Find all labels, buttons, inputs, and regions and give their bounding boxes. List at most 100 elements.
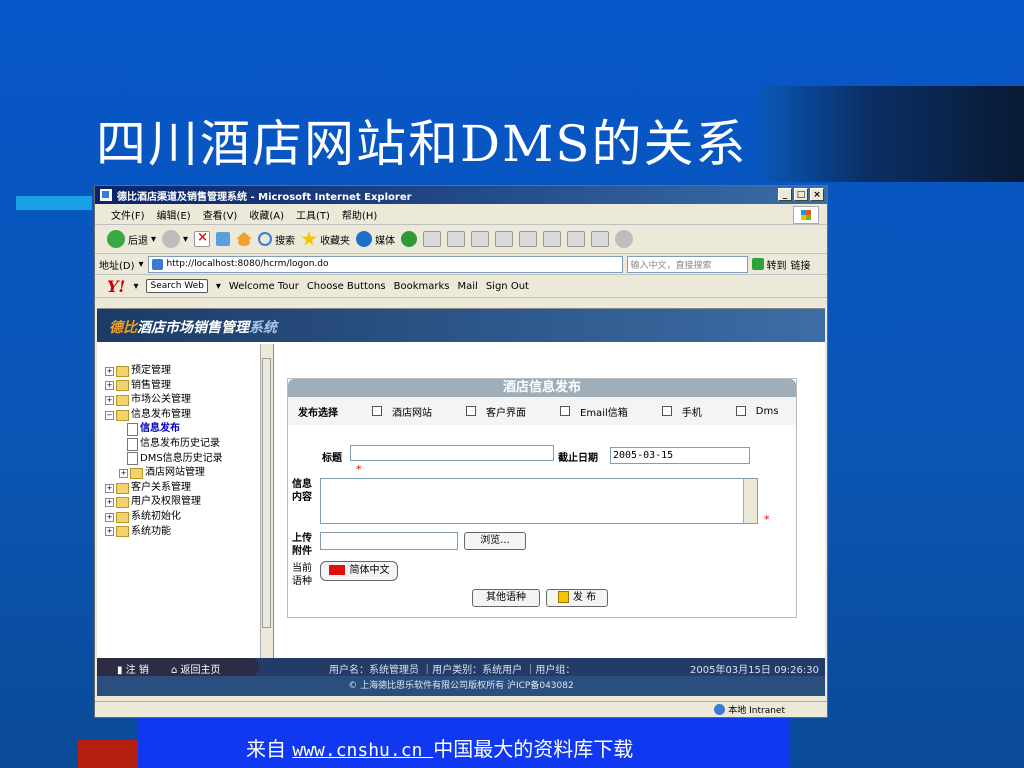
page-icon	[151, 258, 163, 270]
tree-item-publish-history[interactable]: 信息发布历史记录	[105, 437, 223, 452]
history-icon[interactable]	[401, 231, 418, 247]
stop-icon[interactable]	[194, 230, 211, 247]
sign-out-button[interactable]: Sign Out	[486, 281, 529, 292]
menu-file[interactable]: 文件(F)	[111, 207, 145, 222]
tree-item-functions[interactable]: + 系统功能	[105, 525, 223, 540]
other-language-button[interactable]: 其他语种	[472, 589, 540, 607]
refresh-icon[interactable]	[216, 232, 231, 246]
messenger-icon[interactable]	[519, 231, 538, 247]
tools-icon[interactable]	[615, 230, 634, 248]
edit-icon[interactable]	[471, 231, 490, 247]
address-input[interactable]: http://localhost:8080/hcrm/logon.do	[147, 255, 623, 273]
menu-help[interactable]: 帮助(H)	[342, 207, 377, 222]
content-scrollbar[interactable]	[743, 479, 757, 523]
option-dms[interactable]: Dms	[735, 406, 778, 417]
expand-icon[interactable]: +	[119, 468, 128, 478]
browse-button[interactable]: 浏览...	[464, 532, 526, 550]
content-label-line2: 内容	[292, 492, 312, 503]
home-icon[interactable]	[236, 232, 253, 246]
collapse-icon[interactable]: −	[105, 410, 114, 420]
nav-tree-pane: + 预定管理 + 销售管理 + 市场公关管理 − 信息发布管理 信息发布 信息发布历史记…	[97, 344, 274, 658]
folder-icon	[116, 482, 129, 494]
logout-link[interactable]: ▮ 注 销	[117, 661, 149, 676]
tree-item-publish[interactable]: 信息发布	[105, 422, 223, 437]
expand-icon[interactable]: +	[105, 381, 114, 391]
option-mobile[interactable]: 手机	[661, 404, 702, 419]
tree-item-dms-history[interactable]: DMS信息历史记录	[105, 452, 223, 467]
menu-edit[interactable]: 编辑(E)	[157, 207, 191, 222]
footer-url-link[interactable]: www.cnshu.cn	[292, 740, 433, 761]
tree-scroll-thumb[interactable]	[262, 358, 271, 628]
close-button[interactable]: ×	[810, 188, 824, 201]
expand-icon[interactable]: +	[105, 512, 114, 522]
zone-label: 本地 Intranet	[728, 706, 785, 716]
content-textarea[interactable]	[320, 478, 758, 524]
checkbox[interactable]	[661, 406, 672, 416]
tree-item-crm[interactable]: + 客户关系管理	[105, 481, 223, 496]
folder-icon	[116, 380, 129, 392]
expand-icon[interactable]: +	[105, 366, 114, 376]
option-hotel-website[interactable]: 酒店网站	[372, 404, 432, 419]
app-quick-links: ▮ 注 销 ⌂ 返回主页	[97, 658, 259, 676]
checkbox[interactable]	[372, 406, 382, 416]
option-customer-ui[interactable]: 客户界面	[466, 404, 526, 419]
menu-favorites[interactable]: 收藏(A)	[249, 207, 284, 222]
checkbox[interactable]	[466, 406, 476, 416]
tree-item-pr[interactable]: + 市场公关管理	[105, 393, 223, 408]
yahoo-messenger-icon[interactable]	[567, 231, 586, 247]
favorites-button[interactable]: 收藏夹	[301, 231, 350, 247]
checkbox[interactable]	[560, 406, 570, 416]
publish-panel: 酒店信息发布 发布选择 酒店网站 客户界面 Email信箱 手机 Dms 标题 …	[287, 378, 797, 618]
search-button[interactable]: 搜索	[258, 232, 295, 247]
tree-item-info-publish[interactable]: − 信息发布管理	[105, 408, 223, 423]
window-titlebar[interactable]: 德比酒店渠道及销售管理系统 - Microsoft Internet Explo…	[95, 186, 827, 204]
menu-view[interactable]: 查看(V)	[203, 207, 238, 222]
deadline-input[interactable]: 2005-03-15	[610, 447, 750, 464]
tree-item-sales[interactable]: + 销售管理	[105, 379, 223, 394]
tree-label: 酒店网站管理	[145, 467, 205, 479]
media-button[interactable]: 媒体	[356, 231, 395, 247]
forward-button[interactable]: ▾	[162, 230, 188, 248]
folder-icon[interactable]	[495, 231, 514, 247]
back-button[interactable]: 后退 ▾	[107, 230, 156, 248]
menu-tools[interactable]: 工具(T)	[296, 207, 330, 222]
tree-label: 系统初始化	[131, 510, 181, 522]
footer-suffix: 中国最大的资料库下载	[433, 737, 634, 761]
yahoo-logo[interactable]: Y!	[107, 277, 125, 296]
attachment-path-input[interactable]	[320, 532, 458, 550]
publish-button-label: 发 布	[572, 592, 597, 603]
chinese-search-input[interactable]: 输入中文，直接搜索	[626, 255, 748, 273]
title-input[interactable]	[350, 445, 554, 461]
links-label[interactable]: 链接	[791, 257, 811, 272]
tree-item-hotel-website[interactable]: + 酒店网站管理	[105, 466, 223, 481]
welcome-tour-button[interactable]: Welcome Tour	[229, 281, 299, 292]
expand-icon[interactable]: +	[105, 527, 114, 537]
tree-item-booking[interactable]: + 预定管理	[105, 364, 223, 379]
option-email[interactable]: Email信箱	[560, 404, 628, 419]
notes-icon[interactable]	[591, 231, 610, 247]
bookmarks-button[interactable]: Bookmarks	[394, 281, 450, 292]
tree-scrollbar[interactable]	[260, 344, 273, 658]
expand-icon[interactable]: +	[105, 498, 114, 508]
checkbox[interactable]	[735, 406, 746, 416]
tree-item-init[interactable]: + 系统初始化	[105, 510, 223, 525]
search-web-button[interactable]: Search Web	[146, 279, 208, 293]
go-button[interactable]: 转到	[751, 257, 787, 272]
minimize-button[interactable]: _	[778, 188, 792, 201]
mail-button[interactable]: Mail	[458, 281, 478, 292]
print-icon[interactable]	[447, 231, 466, 247]
choose-buttons-button[interactable]: Choose Buttons	[307, 281, 386, 292]
expand-icon[interactable]: +	[105, 483, 114, 493]
research-icon[interactable]	[543, 231, 562, 247]
tree-item-users[interactable]: + 用户及权限管理	[105, 495, 223, 510]
home-link[interactable]: ⌂ 返回主页	[171, 661, 221, 676]
language-selector[interactable]: 简体中文	[320, 561, 398, 581]
maximize-button[interactable]: □	[794, 188, 808, 201]
expand-icon[interactable]: +	[105, 395, 114, 405]
publish-button[interactable]: 发 布	[546, 589, 608, 607]
mail-icon[interactable]	[423, 231, 442, 247]
document-icon	[127, 437, 138, 451]
folder-icon	[116, 526, 129, 538]
address-url: http://localhost:8080/hcrm/logon.do	[166, 259, 329, 269]
favorites-label: 收藏夹	[320, 235, 351, 247]
